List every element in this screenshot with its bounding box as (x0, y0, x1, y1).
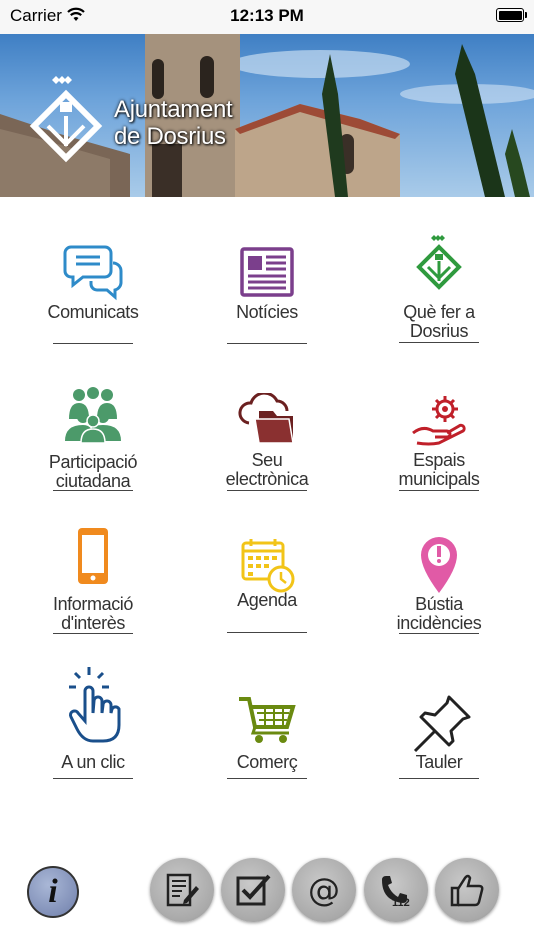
tile-label-line2: municipals (398, 469, 480, 489)
tile-label: Participació (48, 452, 138, 472)
tile-label: A un clic (61, 752, 125, 772)
tile-informacio[interactable]: Informació d'interès (28, 527, 158, 637)
tile-label-line2: electrònica (225, 469, 309, 489)
tile-underline (227, 632, 307, 633)
like-button[interactable] (435, 858, 499, 922)
status-bar: Carrier 12:13 PM (0, 0, 534, 34)
gear-hand-icon (412, 396, 466, 446)
tile-label-line2: Dosrius (409, 321, 469, 341)
tile-label: Agenda (237, 590, 297, 610)
tile-label: Comunicats (47, 302, 139, 322)
emergency-call-button[interactable]: 112 (364, 858, 428, 922)
at-sign-icon: @ (308, 871, 340, 909)
tile-label-line2: d'interès (61, 613, 125, 633)
tile-a-un-clic[interactable]: A un clic (28, 665, 158, 783)
map-pin-icon (421, 537, 457, 593)
form-button[interactable] (150, 858, 214, 922)
tile-participacio[interactable]: Participació ciutadana (28, 385, 158, 491)
pushpin-icon (413, 695, 471, 753)
form-edit-icon (166, 873, 199, 907)
phone-112-icon: 112 (382, 876, 410, 908)
chat-bubbles-icon (63, 245, 123, 301)
tile-underline (53, 490, 133, 491)
cloud-folder-icon (238, 393, 294, 444)
email-button[interactable]: @ (292, 858, 356, 922)
tile-label: Seu (251, 450, 283, 470)
tile-underline (399, 342, 479, 343)
checkbox-button[interactable] (221, 858, 285, 922)
info-icon: i (48, 873, 58, 910)
tile-underline (53, 633, 133, 634)
tile-underline (53, 343, 133, 344)
thumbs-up-icon (450, 874, 484, 907)
smartphone-icon (78, 528, 108, 584)
tile-label: Informació (52, 594, 134, 614)
tile-noticies[interactable]: Notícies (202, 241, 332, 346)
tile-label-line2: incidències (396, 613, 482, 633)
tile-label: Comerç (236, 752, 298, 772)
tile-comunicats[interactable]: Comunicats (28, 241, 158, 346)
clock: 12:13 PM (230, 6, 304, 25)
phone-number: 112 (392, 897, 410, 908)
tile-bustia[interactable]: Bústia incidències (374, 535, 504, 637)
tile-underline (399, 490, 479, 491)
tile-espais-municipals[interactable]: Espais municipals (374, 393, 504, 498)
banner-title-line1: Ajuntament (114, 96, 233, 123)
tile-underline (227, 490, 307, 491)
tile-label: Tauler (415, 752, 463, 772)
info-button[interactable]: i (27, 866, 79, 918)
tile-underline (227, 778, 307, 779)
header-banner: Ajuntament de Dosrius (0, 34, 534, 197)
tile-label: Espais (413, 450, 465, 470)
tile-underline (227, 343, 307, 344)
calendar-clock-icon (241, 539, 295, 593)
banner-title-line2: de Dosrius (114, 123, 226, 150)
tile-label: Què fer a (403, 302, 475, 322)
tile-label-line2: ciutadana (55, 471, 131, 491)
tile-label: Bústia (415, 594, 463, 614)
bottom-toolbar: i @ 112 (0, 850, 534, 950)
hand-click-icon (69, 667, 121, 743)
newspaper-icon (240, 247, 294, 297)
church-photo (0, 34, 534, 197)
battery-icon (496, 8, 527, 22)
shopping-cart-icon (239, 697, 296, 743)
tile-agenda[interactable]: Agenda (202, 537, 332, 637)
tile-underline (399, 633, 479, 634)
tile-underline (399, 778, 479, 779)
dosrius-logo-icon (416, 235, 462, 290)
tile-label: Notícies (236, 302, 298, 322)
tile-que-fer[interactable]: Què fer a Dosrius (374, 235, 504, 346)
people-group-icon (65, 387, 121, 444)
tile-tauler[interactable]: Tauler (374, 695, 504, 785)
banner-title: Ajuntament de Dosrius (114, 96, 233, 150)
checkbox-icon (236, 874, 271, 906)
tile-comerc[interactable]: Comerç (202, 695, 332, 785)
tile-seu-electronica[interactable]: Seu electrònica (202, 393, 332, 498)
tile-underline (53, 778, 133, 779)
